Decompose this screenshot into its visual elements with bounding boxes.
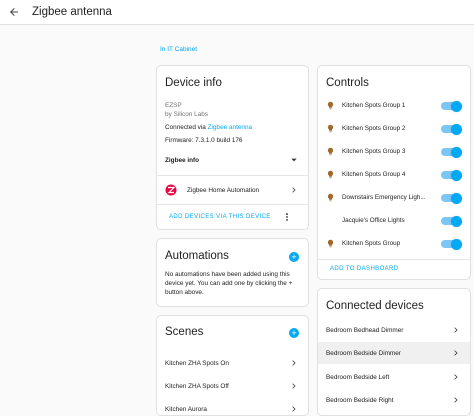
bulb-icon <box>327 193 334 202</box>
control-toggle[interactable] <box>441 192 462 204</box>
connected-device-item[interactable]: Bedroom Bedside Dimmer <box>318 342 470 364</box>
automations-empty-text: No automations have been added using thi… <box>165 271 293 296</box>
device-model: EZSP <box>165 102 182 109</box>
bulb-icon <box>327 239 334 248</box>
control-row[interactable]: Jacquie's Office Lights <box>318 215 470 227</box>
device-manufacturer: by Silicon Labs <box>165 111 208 118</box>
chevron-right-icon <box>454 374 458 380</box>
device-info-card: Device info EZSP by Silicon Labs Connect… <box>156 65 309 230</box>
control-row[interactable]: Kitchen Spots Group <box>318 238 470 250</box>
control-toggle[interactable] <box>441 123 462 135</box>
integration-label: Zigbee Home Automation <box>187 186 260 194</box>
divider <box>318 259 470 260</box>
device-info-title: Device info <box>165 77 222 89</box>
bulb-icon <box>327 147 334 156</box>
connected-via: Connected via Zigbee antenna <box>165 124 252 131</box>
connected-device-label: Bedroom Bedside Left <box>326 373 390 381</box>
zigbee-info-label: Zigbee info <box>165 156 200 164</box>
control-toggle[interactable] <box>441 238 462 250</box>
control-row[interactable]: Kitchen Spots Group 4 <box>318 169 470 181</box>
control-label: Kitchen Spots Group 1 <box>342 102 406 109</box>
page-title: Zigbee antenna <box>32 6 112 18</box>
connected-via-prefix: Connected via <box>165 124 208 131</box>
control-label: Kitchen Spots Group 4 <box>342 171 406 178</box>
chevron-down-icon <box>291 158 297 162</box>
scene-label: Kitchen Aurora <box>165 405 207 413</box>
zha-logo-icon <box>165 184 177 196</box>
chevron-right-icon <box>454 397 458 403</box>
divider <box>157 175 308 176</box>
integration-row[interactable]: Zigbee Home Automation <box>157 182 308 198</box>
controls-card: Controls Kitchen Spots Group 1 Kitchen S… <box>317 65 471 280</box>
connected-devices-title: Connected devices <box>326 300 424 312</box>
controls-title: Controls <box>326 77 369 89</box>
control-label: Downstairs Emergency Ligh... <box>342 194 426 201</box>
top-app-bar: Zigbee antenna <box>0 0 474 25</box>
automations-card: Automations + No automations have been a… <box>156 238 309 307</box>
chevron-right-icon <box>292 360 296 366</box>
chevron-right-icon <box>292 187 296 193</box>
connected-device-label: Bedroom Bedhead Dimmer <box>326 326 404 334</box>
scene-label: Kitchen ZHA Spots On <box>165 359 229 367</box>
scene-item[interactable]: Kitchen Aurora <box>157 402 308 415</box>
scenes-title: Scenes <box>165 326 204 338</box>
divider <box>157 204 308 205</box>
more-vert-icon[interactable] <box>282 212 292 222</box>
add-devices-row: ADD DEVICES VIA THIS DEVICE <box>157 210 308 224</box>
back-button[interactable] <box>4 2 24 22</box>
control-label: Kitchen Spots Group 3 <box>342 148 406 155</box>
firmware-version: Firmware: 7.3.1.0 build 176 <box>165 137 243 144</box>
area-link[interactable]: In IT Cabinet <box>160 46 197 53</box>
control-toggle[interactable] <box>441 169 462 181</box>
chevron-right-icon <box>292 383 296 389</box>
control-row[interactable]: Kitchen Spots Group 3 <box>318 146 470 158</box>
chevron-right-icon <box>454 350 458 356</box>
scene-item[interactable]: Kitchen ZHA Spots Off <box>157 379 308 393</box>
connected-device-item[interactable]: Bedroom Bedhead Dimmer <box>318 321 470 339</box>
control-toggle[interactable] <box>441 215 462 227</box>
control-toggle[interactable] <box>441 100 462 112</box>
automations-title: Automations <box>165 250 229 262</box>
arrow-left-icon <box>10 8 18 16</box>
add-automation-button[interactable]: + <box>289 252 299 262</box>
control-row[interactable]: Kitchen Spots Group 1 <box>318 100 470 112</box>
add-scene-button[interactable]: + <box>289 328 299 338</box>
connected-device-item[interactable]: Bedroom Bedside Left <box>318 368 470 386</box>
connected-device-label: Bedroom Bedside Right <box>326 396 394 404</box>
bulb-icon <box>327 124 334 133</box>
connected-via-link[interactable]: Zigbee antenna <box>208 124 252 131</box>
scene-label: Kitchen ZHA Spots Off <box>165 382 229 390</box>
control-label: Kitchen Spots Group <box>342 240 401 247</box>
connected-devices-card: Connected devices Bedroom Bedhead Dimmer… <box>317 288 471 416</box>
bulb-icon <box>327 101 334 110</box>
add-to-dashboard-button[interactable]: ADD TO DASHBOARD <box>330 266 399 272</box>
connected-device-label: Bedroom Bedside Dimmer <box>326 349 401 357</box>
scenes-card: Scenes + Kitchen ZHA Spots On Kitchen ZH… <box>156 315 309 416</box>
control-toggle[interactable] <box>441 146 462 158</box>
control-label: Kitchen Spots Group 2 <box>342 125 406 132</box>
control-label: Jacquie's Office Lights <box>342 217 405 224</box>
scene-item[interactable]: Kitchen ZHA Spots On <box>157 356 308 370</box>
control-row[interactable]: Kitchen Spots Group 2 <box>318 123 470 135</box>
bulb-icon <box>327 170 334 179</box>
chevron-right-icon <box>292 406 296 412</box>
connected-device-item[interactable]: Bedroom Bedside Right <box>318 391 470 409</box>
chevron-right-icon <box>454 327 458 333</box>
add-devices-button[interactable]: ADD DEVICES VIA THIS DEVICE <box>169 214 271 220</box>
zigbee-info-expander[interactable]: Zigbee info <box>157 154 308 166</box>
control-row[interactable]: Downstairs Emergency Ligh... <box>318 192 470 204</box>
